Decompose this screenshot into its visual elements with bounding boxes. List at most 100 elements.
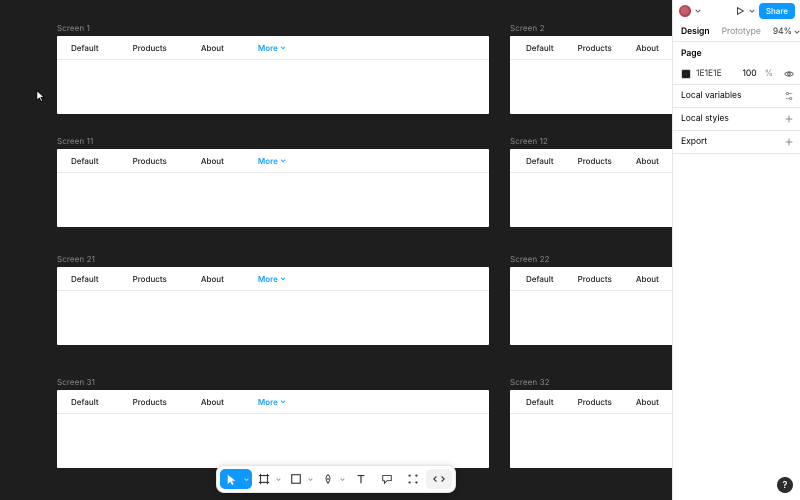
frame-f21[interactable]: Screen 21 Default Products About More (57, 254, 489, 345)
tool-move[interactable] (220, 469, 252, 489)
nav-item-products[interactable]: Products (578, 156, 612, 166)
export-row[interactable]: Export (673, 131, 800, 153)
tool-dev-mode[interactable] (426, 469, 452, 489)
frame-icon (258, 473, 270, 485)
sidebar-topbar: Share (673, 0, 800, 22)
navbar: Default Products About (510, 149, 672, 173)
nav-item-products[interactable]: Products (133, 397, 167, 407)
local-variables-row[interactable]: Local variables (673, 85, 800, 107)
nav-item-about[interactable]: About (201, 397, 224, 407)
tool-shape[interactable] (284, 469, 316, 489)
avatar[interactable] (679, 5, 691, 17)
frame-body[interactable]: Default Products About (510, 390, 672, 468)
tool-comment[interactable] (374, 469, 400, 489)
nav-item-default[interactable]: Default (71, 43, 99, 53)
nav-item-about[interactable]: About (201, 156, 224, 166)
navbar: Default Products About More (57, 36, 489, 60)
share-button[interactable]: Share (759, 3, 795, 19)
nav-item-about[interactable]: About (201, 274, 224, 284)
navbar: Default Products About More (57, 267, 489, 291)
frame-f31[interactable]: Screen 31 Default Products About More (57, 377, 489, 468)
nav-item-more[interactable]: More (258, 397, 286, 407)
frame-body[interactable]: Default Products About (510, 36, 672, 114)
frame-label[interactable]: Screen 1 (57, 23, 489, 33)
frame-label[interactable]: Screen 22 (510, 254, 672, 264)
chevron-down-icon[interactable] (340, 477, 345, 482)
frame-label[interactable]: Screen 32 (510, 377, 672, 387)
local-styles-row[interactable]: Local styles (673, 108, 800, 130)
tool-text[interactable] (348, 469, 374, 489)
frame-f12[interactable]: Screen 12 Default Products About (510, 136, 672, 227)
fill-opacity-unit: % (765, 69, 773, 79)
nav-item-default[interactable]: Default (71, 397, 99, 407)
canvas[interactable]: Screen 1DefaultProductsAboutMoreScreen 2… (0, 0, 672, 500)
frame-label[interactable]: Screen 11 (57, 136, 489, 146)
nav-item-products[interactable]: Products (133, 156, 167, 166)
nav-item-more[interactable]: More (258, 43, 286, 53)
frame-f2[interactable]: Screen 2 Default Products About (510, 23, 672, 114)
help-button[interactable]: ? (777, 477, 793, 493)
plus-icon[interactable] (784, 137, 794, 147)
chevron-down-icon (280, 159, 286, 163)
move-icon (226, 473, 238, 485)
nav-item-default[interactable]: Default (71, 156, 99, 166)
zoom-value: 94% (773, 27, 792, 37)
nav-item-products[interactable]: Products (133, 274, 167, 284)
tab-design[interactable]: Design (681, 27, 710, 37)
nav-item-products[interactable]: Products (133, 43, 167, 53)
chevron-down-icon[interactable] (695, 8, 701, 14)
frame-f1[interactable]: Screen 1 Default Products About More (57, 23, 489, 114)
chevron-down-icon (794, 29, 800, 35)
navbar: Default Products About (510, 36, 672, 60)
chevron-down-icon[interactable] (244, 477, 249, 482)
nav-item-products[interactable]: Products (578, 397, 612, 407)
chevron-down-icon[interactable] (308, 477, 313, 482)
plus-icon[interactable] (784, 114, 794, 124)
sliders-icon[interactable] (784, 91, 794, 101)
page-fill-row[interactable]: 1E1E1E 100 % (673, 64, 800, 84)
zoom-control[interactable]: 94% (773, 27, 800, 37)
nav-item-products[interactable]: Products (578, 274, 612, 284)
frame-body[interactable]: Default Products About More (57, 149, 489, 227)
chevron-down-icon[interactable] (276, 477, 281, 482)
nav-item-products[interactable]: Products (578, 43, 612, 53)
frame-label[interactable]: Screen 12 (510, 136, 672, 146)
frame-f22[interactable]: Screen 22 Default Products About (510, 254, 672, 345)
nav-item-more[interactable]: More (258, 274, 286, 284)
play-icon[interactable] (735, 6, 745, 16)
frame-f11[interactable]: Screen 11 Default Products About More (57, 136, 489, 227)
nav-item-default[interactable]: Default (526, 43, 554, 53)
nav-item-about[interactable]: About (636, 156, 659, 166)
nav-item-about[interactable]: About (636, 397, 659, 407)
frame-label[interactable]: Screen 31 (57, 377, 489, 387)
tool-pen[interactable] (316, 469, 348, 489)
frame-f32[interactable]: Screen 32 Default Products About (510, 377, 672, 468)
frame-body[interactable]: Default Products About More (57, 267, 489, 345)
frame-body[interactable]: Default Products About (510, 267, 672, 345)
frame-body[interactable]: Default Products About More (57, 36, 489, 114)
fill-hex[interactable]: 1E1E1E (696, 69, 722, 79)
bottom-toolbar (216, 465, 456, 493)
chevron-down-icon[interactable] (749, 8, 755, 14)
tool-actions[interactable] (400, 469, 426, 489)
nav-item-default[interactable]: Default (71, 274, 99, 284)
nav-item-more[interactable]: More (258, 156, 286, 166)
chevron-down-icon (280, 277, 286, 281)
fill-opacity-value[interactable]: 100 (742, 69, 756, 79)
nav-item-about[interactable]: About (201, 43, 224, 53)
tab-prototype[interactable]: Prototype (722, 27, 761, 37)
cursor-pointer-icon (36, 90, 45, 103)
export-label: Export (681, 137, 707, 147)
frame-label[interactable]: Screen 2 (510, 23, 672, 33)
frame-body[interactable]: Default Products About More (57, 390, 489, 468)
frame-label[interactable]: Screen 21 (57, 254, 489, 264)
tool-frame[interactable] (252, 469, 284, 489)
color-swatch[interactable] (681, 69, 691, 79)
eye-icon[interactable] (784, 69, 794, 79)
nav-item-default[interactable]: Default (526, 274, 554, 284)
nav-item-about[interactable]: About (636, 43, 659, 53)
nav-item-default[interactable]: Default (526, 397, 554, 407)
nav-item-about[interactable]: About (636, 274, 659, 284)
nav-item-default[interactable]: Default (526, 156, 554, 166)
frame-body[interactable]: Default Products About (510, 149, 672, 227)
